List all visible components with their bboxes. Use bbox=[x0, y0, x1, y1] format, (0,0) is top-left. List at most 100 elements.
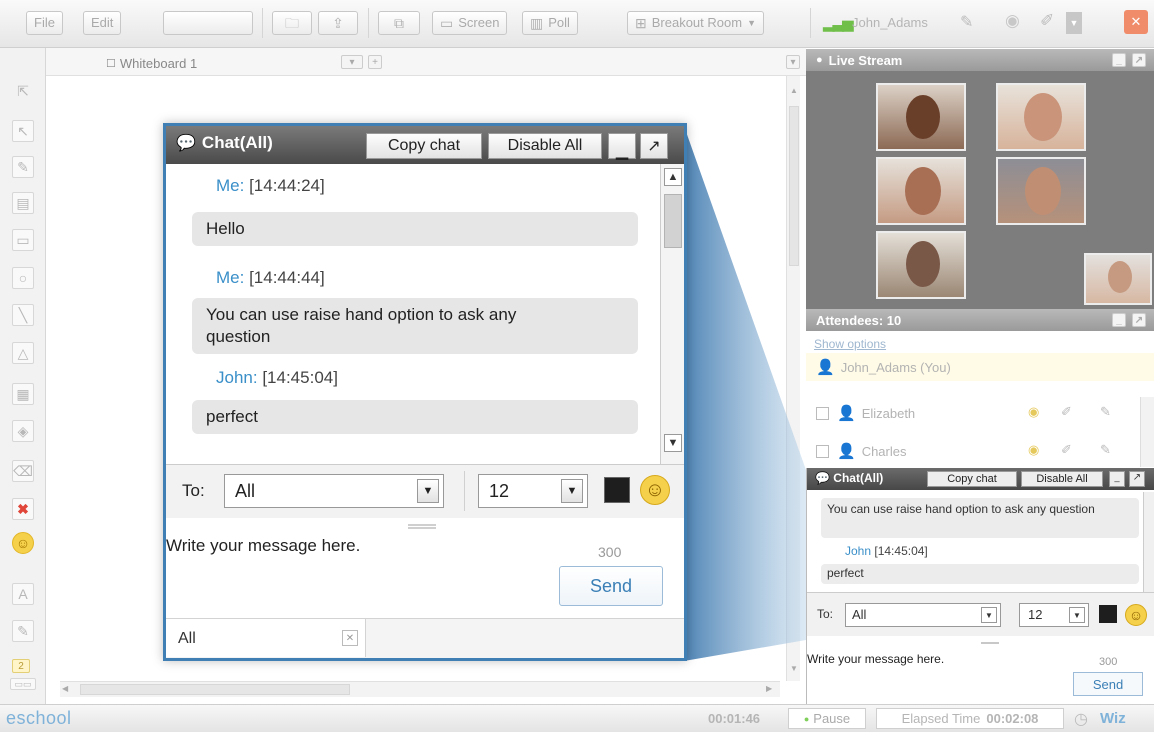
chat-messages: Me: [14:44:24] Hello Me: [14:44:44] You … bbox=[166, 164, 660, 464]
scroll-thumb[interactable] bbox=[664, 194, 682, 248]
disable-all-label: Disable All bbox=[507, 137, 583, 154]
attendee-name: Charles bbox=[861, 443, 907, 459]
send-label: Send bbox=[1092, 676, 1124, 692]
character-count: 300 bbox=[1099, 656, 1118, 668]
message-sender: John bbox=[845, 544, 872, 558]
message-bubble: You can use raise hand option to ask any… bbox=[192, 298, 638, 354]
show-options-link[interactable]: Show options bbox=[814, 337, 886, 351]
resize-handle[interactable] bbox=[408, 524, 436, 529]
video-tile[interactable] bbox=[876, 231, 966, 299]
chat-tabs: All ✕ bbox=[166, 618, 684, 658]
self-preview[interactable] bbox=[1084, 253, 1152, 305]
close-tab-button[interactable]: ✕ bbox=[342, 630, 358, 646]
font-size-value: 12 bbox=[1028, 607, 1043, 622]
message-text: You can use raise hand option to ask any… bbox=[206, 305, 517, 346]
color-picker-swatch[interactable] bbox=[1099, 605, 1117, 623]
minimize-button[interactable]: _ bbox=[1112, 313, 1126, 327]
pen-icon[interactable]: ✎ bbox=[1100, 442, 1111, 458]
chat-scrollbar[interactable]: ▲ ▼ bbox=[660, 164, 684, 464]
attendee-row[interactable]: 👤 Charles ◉ ✐ ✎ bbox=[806, 437, 1154, 465]
chevron-down-icon[interactable]: ▼ bbox=[1069, 607, 1085, 623]
chevron-down-icon[interactable]: ▼ bbox=[561, 479, 583, 503]
message-header: John: [14:45:04] bbox=[216, 368, 338, 388]
emoji-button[interactable]: ☺ bbox=[640, 475, 670, 505]
small-font-size-select[interactable]: 12 ▼ bbox=[1019, 603, 1089, 627]
chat-panel-zoomed: 💬 Chat(All) Copy chat Disable All ▁ ↗ Me… bbox=[163, 123, 687, 661]
message-placeholder: Write your message here. bbox=[166, 536, 361, 555]
copy-chat-button[interactable]: Copy chat bbox=[927, 471, 1017, 487]
popout-button[interactable]: ↗ bbox=[1132, 53, 1146, 67]
small-recipient-bar: To: All ▼ 12 ▼ ☺ bbox=[807, 592, 1154, 636]
live-stream-grid bbox=[806, 71, 1154, 309]
eschool-logo: eschool bbox=[6, 708, 72, 728]
font-size-select[interactable]: 12 ▼ bbox=[478, 474, 588, 508]
pen-icon[interactable]: ✎ bbox=[1100, 404, 1111, 420]
message-input[interactable]: Write your message here. bbox=[166, 536, 546, 576]
message-header: Me: [14:44:44] bbox=[216, 268, 325, 288]
scroll-down-icon[interactable]: ▼ bbox=[664, 434, 682, 452]
brand-logo: Wiz bbox=[1100, 710, 1126, 727]
minimize-button[interactable]: _ bbox=[1112, 53, 1126, 67]
copy-chat-button[interactable]: Copy chat bbox=[366, 133, 482, 159]
popout-arrow-icon: ↗ bbox=[1134, 54, 1144, 66]
chat-tab-all[interactable]: All ✕ bbox=[166, 619, 366, 657]
popout-button[interactable]: ↗ bbox=[640, 133, 668, 159]
recipient-select[interactable]: All ▼ bbox=[224, 474, 444, 508]
message-time: [14:45:04] bbox=[262, 368, 338, 387]
message-sender: John: bbox=[216, 368, 258, 387]
pause-button[interactable]: ● Pause bbox=[788, 708, 866, 729]
status-dot-icon: ● bbox=[803, 713, 810, 724]
chevron-down-icon[interactable]: ▼ bbox=[417, 479, 439, 503]
emoji-button[interactable]: ☺ bbox=[1125, 604, 1147, 626]
small-message-input[interactable]: Write your message here. bbox=[807, 652, 1037, 672]
small-recipient-select[interactable]: All ▼ bbox=[845, 603, 1001, 627]
live-stream-header: ● Live Stream _ ↗ bbox=[806, 49, 1154, 71]
minimize-button[interactable]: ▁ bbox=[608, 133, 636, 160]
webcam-icon[interactable]: ◉ bbox=[1028, 442, 1039, 458]
microphone-icon[interactable]: ✐ bbox=[1061, 442, 1072, 458]
chevron-down-icon[interactable]: ▼ bbox=[981, 607, 997, 623]
small-send-button[interactable]: Send bbox=[1073, 672, 1143, 696]
popout-button[interactable]: ↗ bbox=[1132, 313, 1146, 327]
disable-all-button[interactable]: Disable All bbox=[1021, 471, 1103, 487]
checkbox[interactable] bbox=[816, 406, 829, 420]
video-tile[interactable] bbox=[996, 83, 1086, 151]
chat-title-label: Chat(All) bbox=[201, 133, 273, 152]
chat-tab-label: All bbox=[178, 630, 196, 647]
chat-panel: 💬 Chat(All) Copy chat Disable All _ ↗ Yo… bbox=[806, 468, 1154, 704]
message-text: You can use raise hand option to ask any… bbox=[827, 502, 1095, 516]
popout-button[interactable]: ↗ bbox=[1129, 471, 1145, 487]
send-button[interactable]: Send bbox=[559, 566, 663, 606]
popout-arrow-icon: ↗ bbox=[1132, 472, 1142, 483]
small-chat-scrollbar[interactable] bbox=[1143, 492, 1154, 592]
attendee-name: John_Adams (You) bbox=[840, 359, 951, 375]
chat-header: 💬 Chat(All) Copy chat Disable All ▁ ↗ bbox=[166, 126, 684, 164]
scroll-up-icon[interactable]: ▲ bbox=[664, 168, 682, 186]
character-count: 300 bbox=[598, 544, 622, 560]
microphone-icon[interactable]: ✐ bbox=[1061, 404, 1072, 420]
attendee-row-self[interactable]: 👤 John_Adams (You) bbox=[806, 353, 1154, 381]
webcam-icon[interactable]: ◉ bbox=[1028, 404, 1039, 420]
speech-bubble-icon: 💬 bbox=[176, 135, 196, 152]
video-tile[interactable] bbox=[876, 157, 966, 225]
color-picker-swatch[interactable] bbox=[604, 477, 630, 503]
disable-all-button[interactable]: Disable All bbox=[488, 133, 602, 159]
minimize-icon: _ bbox=[1114, 472, 1120, 482]
send-label: Send bbox=[589, 575, 633, 596]
resize-handle[interactable] bbox=[981, 642, 999, 646]
checkbox[interactable] bbox=[816, 444, 829, 458]
compose-area: Write your message here. 300 Send bbox=[166, 518, 684, 618]
attendee-row[interactable]: 👤 Elizabeth ◉ ✐ ✎ bbox=[806, 399, 1154, 427]
pause-label: Pause bbox=[813, 711, 851, 726]
minimize-button[interactable]: _ bbox=[1109, 471, 1125, 487]
clock-icon[interactable]: ◷ bbox=[1074, 709, 1088, 729]
attendees-scrollbar[interactable] bbox=[1140, 397, 1154, 467]
user-icon: 👤 bbox=[816, 359, 835, 376]
small-chat-header: 💬 Chat(All) Copy chat Disable All _ ↗ bbox=[807, 468, 1154, 490]
copy-chat-label: Copy chat bbox=[387, 137, 461, 154]
to-label: To: bbox=[182, 481, 205, 500]
live-stream-title: Live Stream bbox=[828, 52, 903, 68]
video-tile[interactable] bbox=[996, 157, 1086, 225]
video-tile[interactable] bbox=[876, 83, 966, 151]
elapsed-label: Elapsed Time bbox=[901, 711, 981, 726]
